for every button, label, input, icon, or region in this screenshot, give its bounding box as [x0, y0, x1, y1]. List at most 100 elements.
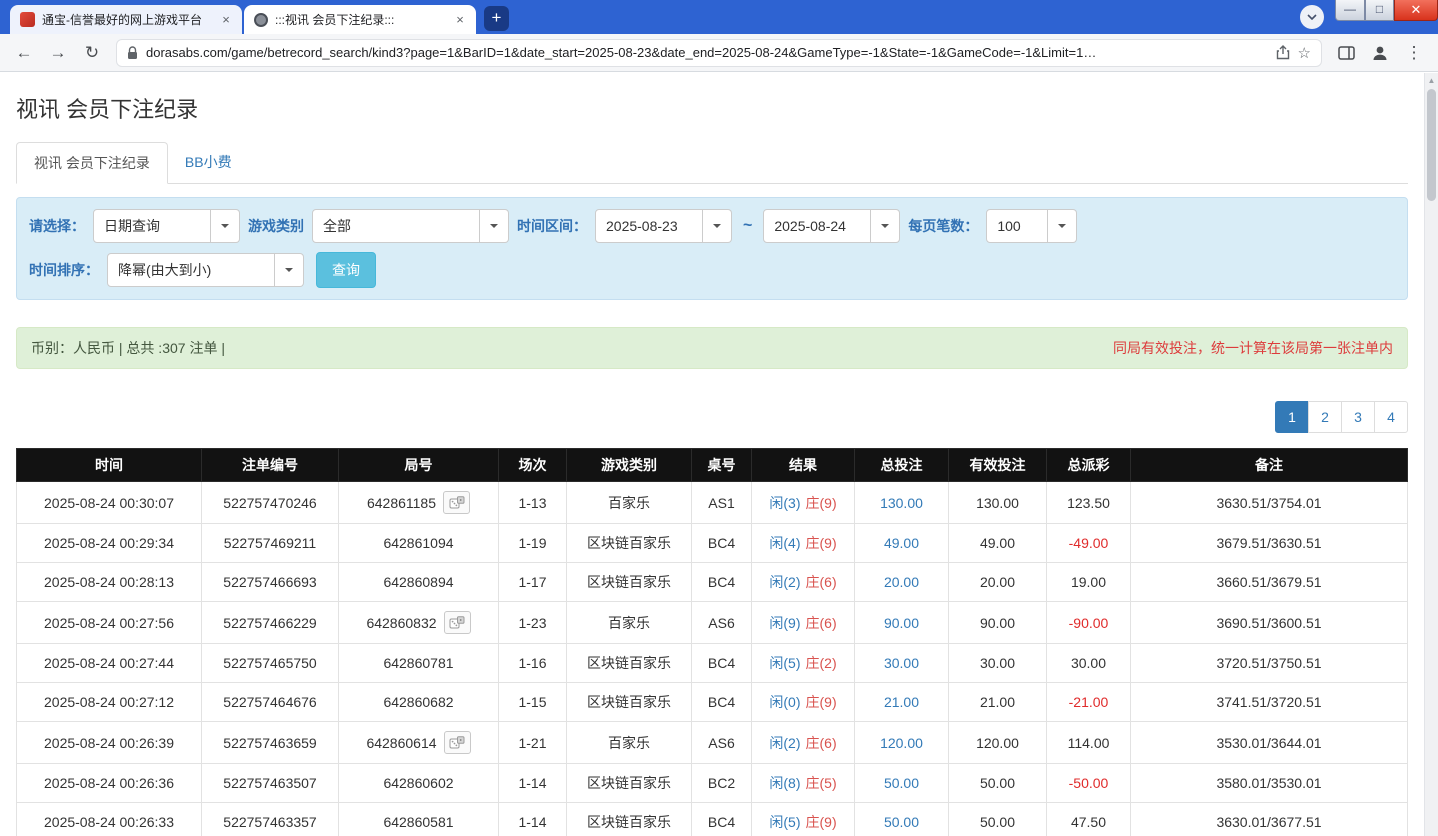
total-bet-link[interactable]: 20.00: [854, 562, 949, 602]
date-start-value[interactable]: 2025-08-23: [595, 209, 703, 243]
currency-total-text: 币别：人民币 | 总共 :307 注单 |: [31, 340, 225, 356]
new-tab-button[interactable]: +: [484, 6, 509, 31]
chevron-down-icon[interactable]: [703, 209, 732, 243]
summary-bar: 币别：人民币 | 总共 :307 注单 | 同局有效投注，统一计算在该局第一张注…: [16, 327, 1408, 369]
total-bet-link[interactable]: 120.00: [854, 721, 949, 764]
cell-result: 闲(5) 庄(2): [751, 643, 855, 683]
game-replay-icon[interactable]: [443, 611, 471, 634]
bookmark-star-icon[interactable]: ☆: [1298, 44, 1311, 62]
forward-icon[interactable]: →: [44, 39, 72, 67]
game-type-select[interactable]: 全部: [312, 209, 509, 243]
bet-record-table: 时间 注单编号 局号 场次 游戏类别 桌号 结果 总投注 有效投注 总派彩 备注…: [16, 448, 1408, 836]
result-banker: 庄(9): [805, 694, 837, 710]
chevron-down-icon[interactable]: [275, 253, 304, 287]
cell-table-no: BC4: [691, 643, 752, 683]
total-bet-link[interactable]: 49.00: [854, 523, 949, 563]
game-replay-icon[interactable]: [443, 731, 471, 754]
bet-table-body: 2025-08-24 00:30:07 522757470246 6428611…: [16, 481, 1408, 836]
browser-tab-betrecord[interactable]: :::视讯 会员下注纪录::: ×: [244, 5, 476, 34]
game-replay-icon[interactable]: [443, 491, 471, 514]
cell-round-id: 642861094: [338, 523, 499, 563]
sort-order-value[interactable]: 降幂(由大到小): [107, 253, 275, 287]
total-bet-link[interactable]: 50.00: [854, 763, 949, 803]
cell-game-type: 百家乐: [566, 721, 692, 764]
query-type-value[interactable]: 日期查询: [93, 209, 211, 243]
page-size-value[interactable]: 100: [986, 209, 1049, 243]
page-size-select[interactable]: 100: [986, 209, 1078, 243]
table-row: 2025-08-24 00:27:44 522757465750 6428607…: [16, 643, 1408, 683]
total-bet-link[interactable]: 90.00: [854, 601, 949, 644]
date-end-value[interactable]: 2025-08-24: [763, 209, 872, 243]
page-title: 视讯 会员下注纪录: [16, 97, 199, 122]
cell-session: 1-17: [498, 562, 567, 602]
page-button-2[interactable]: 2: [1308, 401, 1342, 433]
header-bet-id: 注单编号: [201, 448, 339, 482]
address-bar[interactable]: dorasabs.com/game/betrecord_search/kind3…: [116, 38, 1322, 67]
cell-time: 2025-08-24 00:26:36: [16, 763, 202, 803]
page-button-3[interactable]: 3: [1341, 401, 1375, 433]
total-bet-link[interactable]: 130.00: [854, 481, 949, 524]
menu-dots-icon[interactable]: ⋮: [1400, 39, 1428, 67]
cell-valid-bet: 49.00: [948, 523, 1047, 563]
page-button-1[interactable]: 1: [1275, 401, 1309, 433]
table-row: 2025-08-24 00:26:36 522757463507 6428606…: [16, 763, 1408, 803]
tab-close-icon[interactable]: ×: [218, 12, 234, 28]
cell-bet-id: 522757466693: [201, 562, 339, 602]
cell-time: 2025-08-24 00:26:33: [16, 802, 202, 836]
cell-valid-bet: 20.00: [948, 562, 1047, 602]
header-result: 结果: [751, 448, 855, 482]
search-button[interactable]: 查询: [316, 252, 376, 288]
round-id-text: 642860602: [383, 775, 454, 791]
cell-table-no: BC4: [691, 682, 752, 722]
page-button-4[interactable]: 4: [1374, 401, 1408, 433]
round-id-text: 642860781: [383, 655, 454, 671]
side-panel-icon[interactable]: [1332, 39, 1360, 67]
chevron-down-icon[interactable]: [1048, 209, 1078, 243]
cell-bet-id: 522757464676: [201, 682, 339, 722]
cell-remark: 3660.51/3679.51: [1130, 562, 1408, 602]
cell-table-no: AS1: [691, 481, 752, 524]
chevron-down-icon[interactable]: [211, 209, 240, 243]
cell-round-id: 642860832: [338, 601, 499, 644]
scrollbar-thumb[interactable]: [1427, 89, 1436, 201]
scrollbar-up-icon[interactable]: ▲: [1425, 73, 1438, 85]
tab-betrecord[interactable]: 视讯 会员下注纪录: [16, 142, 168, 184]
page-size-label: 每页笔数：: [908, 218, 979, 234]
cell-time: 2025-08-24 00:27:12: [16, 682, 202, 722]
tab-close-icon[interactable]: ×: [452, 12, 468, 28]
profile-avatar-icon[interactable]: [1366, 39, 1394, 67]
cell-round-id: 642860781: [338, 643, 499, 683]
query-type-select[interactable]: 日期查询: [93, 209, 240, 243]
cell-bet-id: 522757470246: [201, 481, 339, 524]
page-scrollbar[interactable]: ▲: [1424, 73, 1438, 836]
share-icon[interactable]: [1276, 45, 1290, 60]
date-end-input[interactable]: 2025-08-24: [763, 209, 901, 243]
header-total-bet: 总投注: [854, 448, 949, 482]
back-icon[interactable]: ←: [10, 39, 38, 67]
sort-order-select[interactable]: 降幂(由大到小): [107, 253, 304, 287]
game-type-value[interactable]: 全部: [312, 209, 480, 243]
tab-title: 通宝-信誉最好的网上游戏平台: [42, 13, 202, 27]
total-bet-link[interactable]: 30.00: [854, 643, 949, 683]
cell-valid-bet: 21.00: [948, 682, 1047, 722]
chevron-down-icon[interactable]: [871, 209, 901, 243]
browser-tab-tongbao[interactable]: 通宝-信誉最好的网上游戏平台 ×: [10, 5, 242, 34]
round-id-text: 642861094: [383, 535, 454, 551]
tab-search-chevron-icon[interactable]: [1300, 5, 1324, 29]
url-text[interactable]: dorasabs.com/game/betrecord_search/kind3…: [146, 45, 1268, 60]
window-maximize-button[interactable]: □: [1365, 0, 1394, 21]
date-start-input[interactable]: 2025-08-23: [595, 209, 732, 243]
table-row: 2025-08-24 00:26:39 522757463659 6428606…: [16, 721, 1408, 764]
chevron-down-icon[interactable]: [480, 209, 509, 243]
total-bet-link[interactable]: 21.00: [854, 682, 949, 722]
result-player: 闲(5): [769, 655, 801, 671]
total-bet-link[interactable]: 50.00: [854, 802, 949, 836]
window-minimize-button[interactable]: —: [1335, 0, 1365, 21]
cell-payout: -50.00: [1046, 763, 1131, 803]
tab-bb-tip[interactable]: BB小费: [168, 142, 249, 183]
reload-icon[interactable]: ↻: [78, 39, 106, 67]
round-id-text: 642860682: [383, 694, 454, 710]
result-banker: 庄(5): [805, 775, 837, 791]
window-close-button[interactable]: ✕: [1394, 0, 1438, 21]
tab-favicon-icon: [20, 12, 35, 27]
